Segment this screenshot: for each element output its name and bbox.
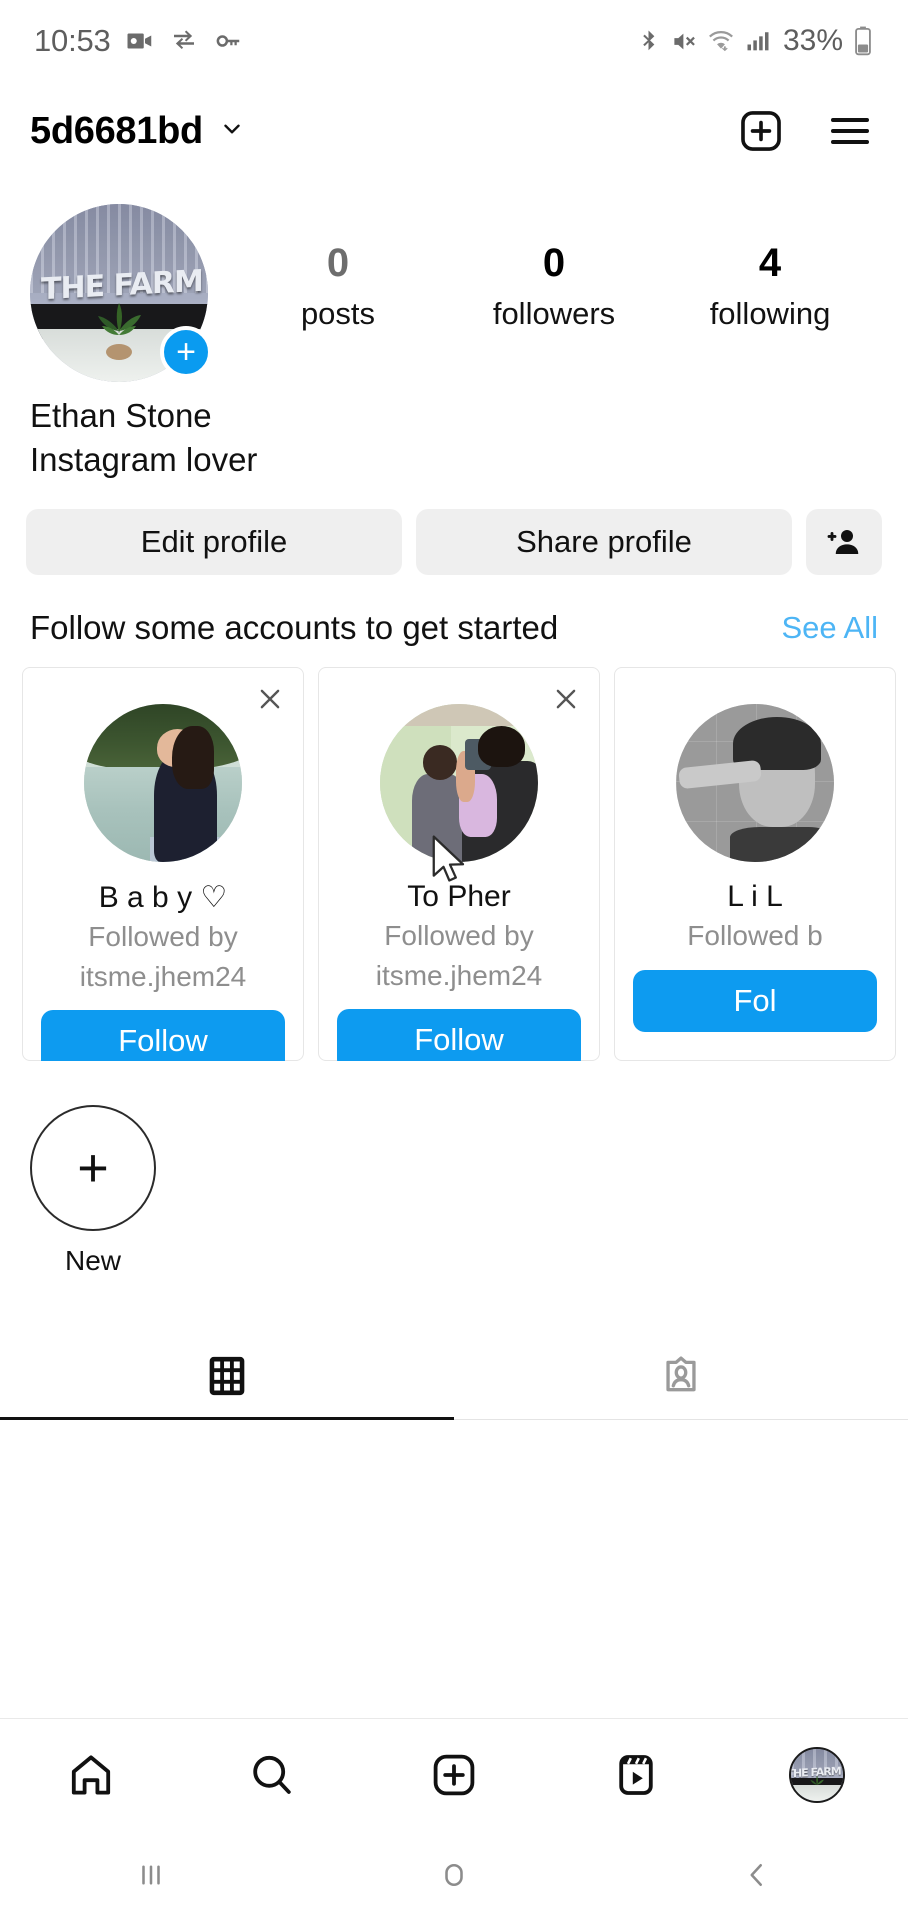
- suggestion-avatar[interactable]: [84, 704, 242, 863]
- stat-posts[interactable]: 0 posts: [273, 240, 403, 332]
- stat-followers-label: followers: [492, 296, 616, 331]
- suggestion-subtitle-line1: Followed b: [687, 920, 823, 952]
- tagged-person-icon: [660, 1355, 702, 1397]
- signal-icon: [744, 27, 772, 55]
- home-icon: [67, 1751, 115, 1799]
- back-icon: [739, 1857, 775, 1893]
- mute-icon: [671, 28, 698, 55]
- story-highlights: + New: [0, 1061, 908, 1277]
- status-time: 10:53: [34, 23, 111, 58]
- suggestion-name: L i L: [727, 880, 783, 914]
- suggestion-subtitle-line2: itsme.jhem24: [375, 959, 543, 991]
- profile-stats: 0 posts 0 followers 4 following: [208, 204, 878, 332]
- discover-people-button[interactable]: [806, 509, 882, 576]
- nav-home[interactable]: [31, 1751, 151, 1799]
- avatar-plant: [98, 302, 141, 360]
- suggestions-title: Follow some accounts to get started: [30, 609, 559, 647]
- follow-button[interactable]: Fol: [633, 969, 877, 1032]
- home-circle-icon: [436, 1857, 472, 1893]
- profile-actions: Edit profile Share profile: [0, 481, 908, 576]
- edit-profile-button[interactable]: Edit profile: [26, 509, 402, 576]
- recents-icon: [133, 1857, 169, 1893]
- tab-grid[interactable]: [0, 1333, 454, 1419]
- add-person-icon: [826, 524, 862, 560]
- app-header: 5d6681bd: [0, 82, 908, 180]
- vpn-key-icon: [213, 26, 243, 56]
- suggestions-carousel[interactable]: B a b y ♡ Followed by itsme.jhem24 Follo…: [0, 647, 908, 1062]
- avatar-shirt: [729, 827, 828, 863]
- stat-posts-label: posts: [300, 296, 376, 331]
- nav-search[interactable]: [212, 1751, 332, 1799]
- highlight-new[interactable]: + New: [30, 1105, 156, 1277]
- username-label: 5d6681bd: [30, 109, 203, 152]
- stat-followers-value: 0: [542, 241, 566, 285]
- suggestions-header: Follow some accounts to get started See …: [0, 575, 908, 647]
- account-switcher[interactable]: 5d6681bd: [30, 110, 245, 153]
- nav-create[interactable]: [394, 1751, 514, 1799]
- active-tab-underline: [0, 1417, 454, 1421]
- nav-profile[interactable]: THE FARM: [757, 1746, 877, 1803]
- stat-following[interactable]: 4 following: [705, 240, 835, 332]
- follow-button[interactable]: Follow: [337, 1009, 581, 1062]
- stat-followers[interactable]: 0 followers: [489, 240, 619, 332]
- profile-avatar-wrap[interactable]: THE FARM +: [30, 204, 212, 382]
- suggestion-avatar[interactable]: [676, 704, 834, 863]
- video-recorder-icon: [125, 26, 155, 56]
- plus-box-icon: [430, 1751, 478, 1799]
- data-saver-icon: [169, 26, 199, 56]
- close-icon[interactable]: [253, 682, 287, 716]
- profile-avatar-icon: THE FARM: [789, 1746, 846, 1803]
- profile-bio: Ethan Stone Instagram lover: [0, 382, 908, 481]
- suggestion-name: To Pher: [407, 880, 511, 914]
- home-button[interactable]: [374, 1857, 534, 1893]
- suggestion-card[interactable]: B a b y ♡ Followed by itsme.jhem24 Follo…: [22, 667, 304, 1062]
- highlight-label: New: [64, 1245, 121, 1277]
- suggestion-subtitle-line1: Followed by: [384, 920, 534, 952]
- stat-posts-value: 0: [326, 241, 350, 285]
- suggestion-subtitle-line2: itsme.jhem24: [79, 960, 247, 992]
- chevron-down-icon: [219, 116, 245, 147]
- status-bar-left: 10:53: [34, 23, 243, 59]
- tab-tagged[interactable]: [454, 1333, 908, 1419]
- android-navigation-bar: [0, 1830, 908, 1920]
- avatar-person1-head: [422, 745, 458, 780]
- battery-icon: [852, 26, 874, 56]
- reels-icon: [612, 1751, 660, 1799]
- profile-tabs: [0, 1333, 908, 1421]
- avatar-ceiling: [380, 704, 538, 727]
- suggestion-name: B a b y ♡: [98, 881, 228, 915]
- plus-box-icon[interactable]: [738, 108, 784, 154]
- share-profile-button[interactable]: Share profile: [416, 509, 792, 576]
- bottom-navigation: THE FARM: [0, 1718, 908, 1830]
- close-icon[interactable]: [549, 682, 583, 716]
- suggestion-card[interactable]: L i L Followed b Fol: [614, 667, 896, 1062]
- battery-percent: 33%: [782, 24, 843, 57]
- stat-following-value: 4: [758, 241, 782, 285]
- nav-reels[interactable]: [576, 1751, 696, 1799]
- stat-following-label: following: [709, 296, 831, 331]
- follow-button[interactable]: Follow: [41, 1010, 285, 1062]
- status-bar-right: 33%: [635, 24, 874, 58]
- avatar-person2-head: [477, 726, 526, 768]
- suggestion-card[interactable]: To Pher Followed by itsme.jhem24 Follow: [318, 667, 600, 1062]
- profile-bio-text: Instagram lover: [30, 440, 258, 478]
- see-all-link[interactable]: See All: [781, 610, 878, 646]
- recents-button[interactable]: [71, 1857, 231, 1893]
- avatar-hair: [172, 726, 214, 790]
- back-button[interactable]: [677, 1857, 837, 1893]
- add-story-button[interactable]: +: [160, 326, 212, 378]
- search-icon: [248, 1751, 296, 1799]
- nav-avatar-plant: [810, 1776, 825, 1786]
- bluetooth-icon: [635, 28, 662, 55]
- profile-name: Ethan Stone: [30, 397, 212, 434]
- status-bar: 10:53 33%: [0, 0, 908, 82]
- grid-icon: [206, 1355, 248, 1397]
- suggestion-subtitle-line1: Followed by: [88, 921, 238, 953]
- wifi-icon: [707, 27, 735, 55]
- hamburger-menu-icon[interactable]: [826, 107, 874, 155]
- plus-icon[interactable]: +: [30, 1105, 156, 1232]
- header-actions: [738, 107, 874, 155]
- suggestion-avatar[interactable]: [380, 704, 538, 863]
- profile-header: THE FARM + 0 posts 0 followers 4 followi…: [0, 180, 908, 382]
